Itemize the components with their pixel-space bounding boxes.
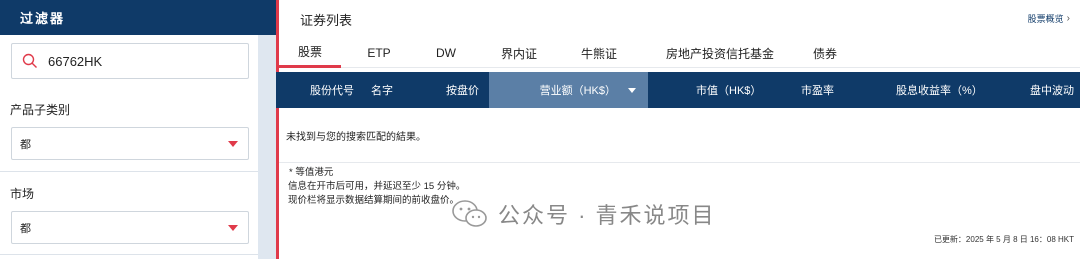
footnotes: * 等值港元 信息在开市后可用，并延迟至少 15 分钟。 现价栏将显示数据结算期…: [288, 166, 465, 208]
page-title: 证券列表: [300, 13, 353, 28]
column-pe-ratio[interactable]: 市盈率: [801, 72, 834, 108]
filter-panel-body: 66762HK 产品子类别 都 市场 都: [0, 35, 258, 259]
chevron-right-icon: ›: [1066, 13, 1070, 24]
product-subcategory-select[interactable]: 都: [11, 127, 249, 160]
tab-dw[interactable]: DW: [424, 38, 468, 68]
footnote-delay: 信息在开市后可用，并延迟至少 15 分钟。: [288, 181, 466, 192]
product-subcategory-label: 产品子类别: [10, 103, 71, 117]
market-label: 市场: [10, 187, 35, 201]
stock-overview-label: 股票概览: [1027, 14, 1064, 24]
dropdown-caret-icon: [228, 141, 238, 147]
divider: [0, 254, 258, 255]
stock-overview-link[interactable]: 股票概览 ›: [1028, 12, 1070, 25]
column-turnover-label: 营业额（HK$）: [539, 85, 616, 97]
watermark-text: 公众号 · 青禾说项目: [498, 203, 716, 228]
wechat-icon: [452, 199, 488, 229]
search-input[interactable]: 66762HK: [11, 43, 249, 79]
column-market-cap[interactable]: 市值（HK$）: [696, 72, 761, 108]
search-value: 66762HK: [48, 53, 103, 69]
column-nominal-price[interactable]: 按盘价: [446, 72, 479, 108]
market-value: 都: [20, 222, 31, 235]
column-name[interactable]: 名字: [371, 72, 393, 108]
divider: [0, 171, 258, 172]
column-dividend-yield[interactable]: 股息收益率（%）: [896, 72, 983, 108]
security-type-tabs: 股票 ETP DW 界内证 牛熊证 房地产投资信托基金 债券: [279, 38, 1080, 68]
footnote-hkd-equivalent: * 等值港元: [289, 167, 334, 178]
watermark: 公众号 · 青禾说项目: [452, 198, 716, 230]
market-select[interactable]: 都: [11, 211, 249, 244]
tab-stocks[interactable]: 股票: [279, 38, 341, 68]
column-turnover[interactable]: 营业额（HK$）: [489, 72, 648, 108]
filter-panel-title: 过滤器: [0, 0, 276, 35]
divider: [279, 162, 1080, 163]
sort-desc-icon: [628, 87, 636, 93]
column-intraday-volatility[interactable]: 盘中波动: [1030, 72, 1074, 108]
sidebar-scrollbar[interactable]: [258, 35, 276, 259]
tab-cbbc[interactable]: 牛熊证: [569, 38, 629, 68]
last-updated-timestamp: 已更新：2025 年 5 月 8 日 16：08 HKT: [933, 235, 1074, 244]
tab-bonds[interactable]: 债券: [803, 38, 847, 68]
search-icon: [22, 53, 37, 68]
tab-etp[interactable]: ETP: [355, 38, 403, 68]
tab-reits[interactable]: 房地产投资信托基金: [655, 38, 785, 68]
footnote-previous-close: 现价栏将显示数据结算期间的前收盘价。: [288, 195, 460, 206]
dropdown-caret-icon: [228, 225, 238, 231]
tab-inline-warrants[interactable]: 界内证: [491, 38, 547, 68]
filter-panel: 过滤器 66762HK 产品子类别 都 市场 都: [0, 0, 276, 259]
product-subcategory-value: 都: [20, 138, 31, 151]
table-header: 股份代号 名字 按盘价 营业额（HK$） 市值（HK$） 市盈率 股息收益率（%…: [276, 72, 1080, 108]
column-stock-code[interactable]: 股份代号: [310, 72, 354, 108]
empty-results-message: 未找到与您的搜索匹配的結果。: [286, 132, 426, 143]
